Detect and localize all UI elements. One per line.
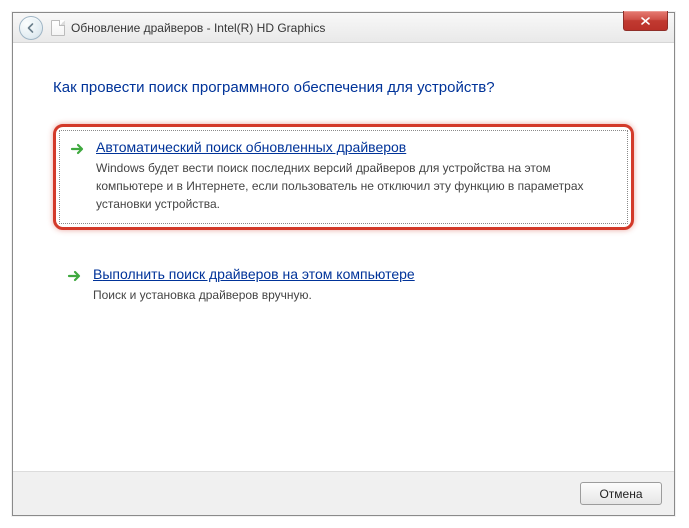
document-icon xyxy=(51,20,65,36)
option-auto-desc: Windows будет вести поиск последних верс… xyxy=(96,159,615,213)
arrow-right-icon xyxy=(70,141,86,157)
arrow-left-icon xyxy=(25,22,37,34)
option-auto-search[interactable]: Автоматический поиск обновленных драйвер… xyxy=(53,124,634,230)
titlebar: Обновление драйверов - Intel(R) HD Graph… xyxy=(13,13,674,43)
footer: Отмена xyxy=(13,471,674,515)
close-icon xyxy=(640,16,651,26)
option-manual-search[interactable]: Выполнить поиск драйверов на этом компью… xyxy=(53,254,634,318)
option-manual-title: Выполнить поиск драйверов на этом компью… xyxy=(93,266,618,282)
close-button[interactable] xyxy=(623,11,668,31)
option-auto-title: Автоматический поиск обновленных драйвер… xyxy=(96,139,615,155)
window-title: Обновление драйверов - Intel(R) HD Graph… xyxy=(71,21,325,35)
back-button[interactable] xyxy=(19,16,43,40)
page-heading: Как провести поиск программного обеспече… xyxy=(53,79,634,96)
dialog-window: Обновление драйверов - Intel(R) HD Graph… xyxy=(12,12,675,516)
option-manual-desc: Поиск и установка драйверов вручную. xyxy=(93,286,618,304)
arrow-right-icon xyxy=(67,268,83,284)
cancel-button[interactable]: Отмена xyxy=(580,482,662,505)
cancel-button-label: Отмена xyxy=(599,487,642,501)
content-area: Как провести поиск программного обеспече… xyxy=(13,43,674,471)
